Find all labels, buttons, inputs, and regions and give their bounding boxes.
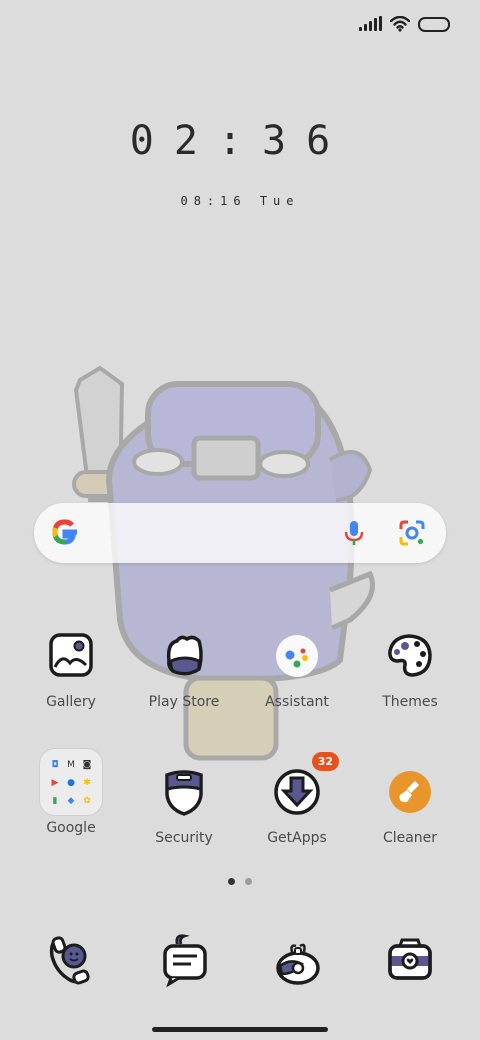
gesture-nav-bar[interactable]	[152, 1027, 328, 1032]
messages-icon	[163, 934, 207, 988]
app-cleaner[interactable]: Cleaner	[354, 760, 466, 846]
app-label: Play Store	[148, 694, 220, 710]
cleaner-icon	[389, 771, 431, 813]
themes-icon	[388, 634, 432, 677]
app-label: Cleaner	[382, 830, 438, 846]
dock-phone[interactable]	[40, 930, 100, 990]
dock-camera[interactable]	[380, 930, 440, 990]
app-folder-google[interactable]: ◘ M ◙ ▶ ● ✱ ▮ ◆ ✿ Google	[15, 748, 127, 836]
mic-icon[interactable]	[340, 519, 368, 547]
browser-icon	[276, 943, 320, 985]
app-gallery[interactable]: Gallery	[15, 624, 127, 710]
google-search-bar[interactable]	[34, 503, 446, 563]
phone-icon	[49, 936, 90, 985]
app-assistant[interactable]: Assistant	[241, 624, 353, 710]
notification-badge: 32	[311, 752, 339, 771]
wallpaper-character	[72, 365, 375, 761]
app-play-store[interactable]: Play Store	[128, 624, 240, 710]
play-store-icon	[166, 635, 203, 676]
getapps-icon	[274, 769, 320, 815]
dock-messages[interactable]	[155, 930, 215, 990]
app-label: Assistant	[265, 694, 329, 710]
gallery-icon	[49, 633, 93, 677]
page-dot[interactable]	[245, 878, 252, 885]
assistant-icon	[276, 635, 318, 677]
app-label: GetApps	[267, 830, 327, 846]
google-g-icon	[52, 519, 77, 545]
app-security[interactable]: Security	[128, 760, 240, 846]
battery-icon	[418, 16, 450, 32]
folder-icon: ◘ M ◙ ▶ ● ✱ ▮ ◆ ✿	[39, 748, 103, 816]
security-icon	[165, 770, 203, 816]
signal-icon	[359, 16, 382, 31]
wifi-icon	[390, 16, 410, 32]
clock-date[interactable]: 08:16 Tue	[0, 194, 480, 208]
camera-icon	[388, 938, 432, 980]
app-getapps[interactable]: 32 GetApps	[241, 752, 353, 846]
page-indicator	[0, 878, 480, 885]
app-label: Gallery	[46, 694, 96, 710]
app-themes[interactable]: Themes	[354, 624, 466, 710]
page-dot-active[interactable]	[228, 878, 235, 885]
app-label: Security	[155, 830, 213, 846]
status-bar	[359, 16, 450, 32]
clock-time[interactable]: 02:36	[0, 118, 480, 164]
dock-browser[interactable]	[268, 930, 328, 990]
app-label: Google	[46, 820, 96, 836]
app-label: Themes	[382, 694, 438, 710]
lens-icon[interactable]	[398, 519, 426, 547]
